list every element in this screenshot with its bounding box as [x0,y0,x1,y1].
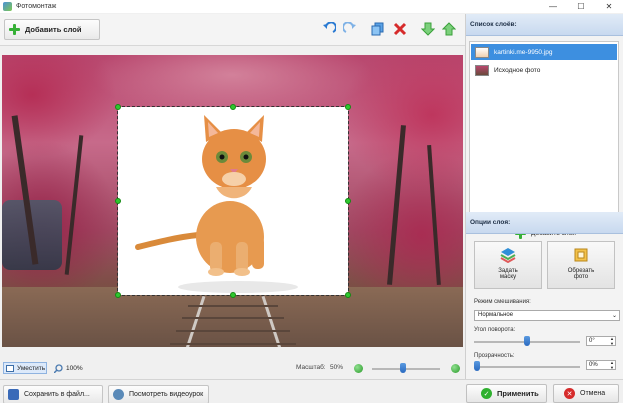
set-mask-button[interactable]: Задать маску [474,241,542,289]
scale-value: 50% [330,364,344,371]
cancel-button[interactable]: ✕ Отмена [553,384,619,403]
rotation-input[interactable]: 0° ▲ ▼ [586,336,616,346]
delete-icon[interactable] [393,22,407,36]
rail-sleeper [176,330,290,332]
fit-label: Уместить [17,364,46,372]
blend-mode-label: Режим смешивания: [474,299,531,305]
title-bar: Фотомонтаж — ☐ ✕ [0,0,623,13]
window-title: Фотомонтаж [16,3,57,10]
redo-icon[interactable] [343,22,357,36]
maximize-button[interactable]: ☐ [567,0,595,13]
layers-list: kartinki.me-9950.jpg Исходное фото Добав… [469,41,619,239]
undo-icon[interactable] [322,22,336,36]
blend-mode-select[interactable]: Нормальное ⌄ [474,310,620,321]
zoom-bar: Уместить 100% Масштаб: 50% [0,361,465,375]
cancel-label: Отмена [580,390,606,397]
resize-handle[interactable] [345,292,351,298]
right-panel: Список слоёв: kartinki.me-9950.jpg Исход… [465,14,623,379]
check-icon: ✓ [481,388,492,399]
opacity-slider-knob[interactable] [474,361,480,371]
close-button[interactable]: ✕ [595,0,623,13]
layers-header: Список слоёв: [466,14,623,36]
move-up-icon[interactable] [442,22,456,36]
blend-mode-value: Нормальное [478,312,514,318]
tree-trunk [64,135,84,275]
watch-video-label: Посмотреть видеоурок [129,391,204,398]
zoom-out-button[interactable] [354,364,363,373]
rotation-slider-knob[interactable] [524,336,530,346]
save-to-file-button[interactable]: Сохранить в файл... [3,385,103,403]
crop-icon [574,248,588,262]
layer-name: Исходное фото [494,66,541,74]
fit-icon [6,364,14,372]
layers-mask-icon [500,248,516,264]
video-icon [113,389,124,400]
scale-label: Масштаб: [296,364,326,371]
spinner-icon[interactable]: ▲ ▼ [610,360,614,370]
actual-size-button[interactable]: 100% [54,364,83,373]
opacity-value: 0% [589,362,598,368]
rail-sleeper [188,305,278,307]
layer-item[interactable]: Исходное фото [471,62,617,78]
resize-handle[interactable] [230,292,236,298]
app-icon [3,2,12,11]
zoom-slider-knob[interactable] [399,363,406,373]
rotation-label: Угол поворота: [474,327,516,333]
layer-image-kitten[interactable] [117,106,349,296]
actual-size-label: 100% [66,365,83,372]
rail-sleeper [182,317,284,319]
zoom-in-button[interactable] [451,364,460,373]
resize-handle[interactable] [115,292,121,298]
move-down-icon[interactable] [421,22,435,36]
watch-video-button[interactable]: Посмотреть видеоурок [108,385,209,403]
resize-handle[interactable] [230,104,236,110]
spinner-icon[interactable]: ▲ ▼ [610,336,614,346]
set-mask-label-2: маску [499,274,517,280]
apply-label: Применить [497,389,539,398]
cancel-icon: ✕ [564,388,575,399]
opacity-input[interactable]: 0% ▲ ▼ [586,360,616,370]
rail-sleeper [170,343,296,345]
options-header: Опции слоя: [466,212,623,234]
layer-thumbnail [475,64,489,76]
opacity-slider-track[interactable] [474,366,580,368]
layer-item-selected[interactable]: kartinki.me-9950.jpg [471,44,617,60]
crop-photo-button[interactable]: Обрезать фото [547,241,615,289]
plus-icon [9,24,20,35]
apply-button[interactable]: ✓ Применить [466,384,547,403]
tree-trunk [387,125,406,285]
add-layer-button[interactable]: Добавить слой [4,19,100,40]
resize-handle[interactable] [115,198,121,204]
add-layer-label: Добавить слой [25,25,82,34]
zoom-slider-track[interactable] [372,368,440,370]
tree-trunk [427,145,441,285]
resize-handle[interactable] [345,198,351,204]
resize-handle[interactable] [115,104,121,110]
minimize-button[interactable]: — [539,0,567,13]
layer-name: kartinki.me-9950.jpg [494,48,553,56]
save-to-file-label: Сохранить в файл... [24,391,90,398]
photo-canvas[interactable] [2,55,463,347]
rotation-value: 0° [589,338,595,344]
crop-photo-label-2: фото [573,274,589,280]
chevron-down-icon: ⌄ [611,313,617,319]
magnifier-icon [54,364,63,373]
resize-handle[interactable] [345,104,351,110]
floppy-disk-icon [8,389,19,400]
kitten-image [135,115,298,293]
fit-button[interactable]: Уместить [3,362,47,374]
layer-thumbnail [475,46,489,58]
opacity-label: Прозрачность: [474,353,515,359]
copy-icon[interactable] [371,22,385,36]
